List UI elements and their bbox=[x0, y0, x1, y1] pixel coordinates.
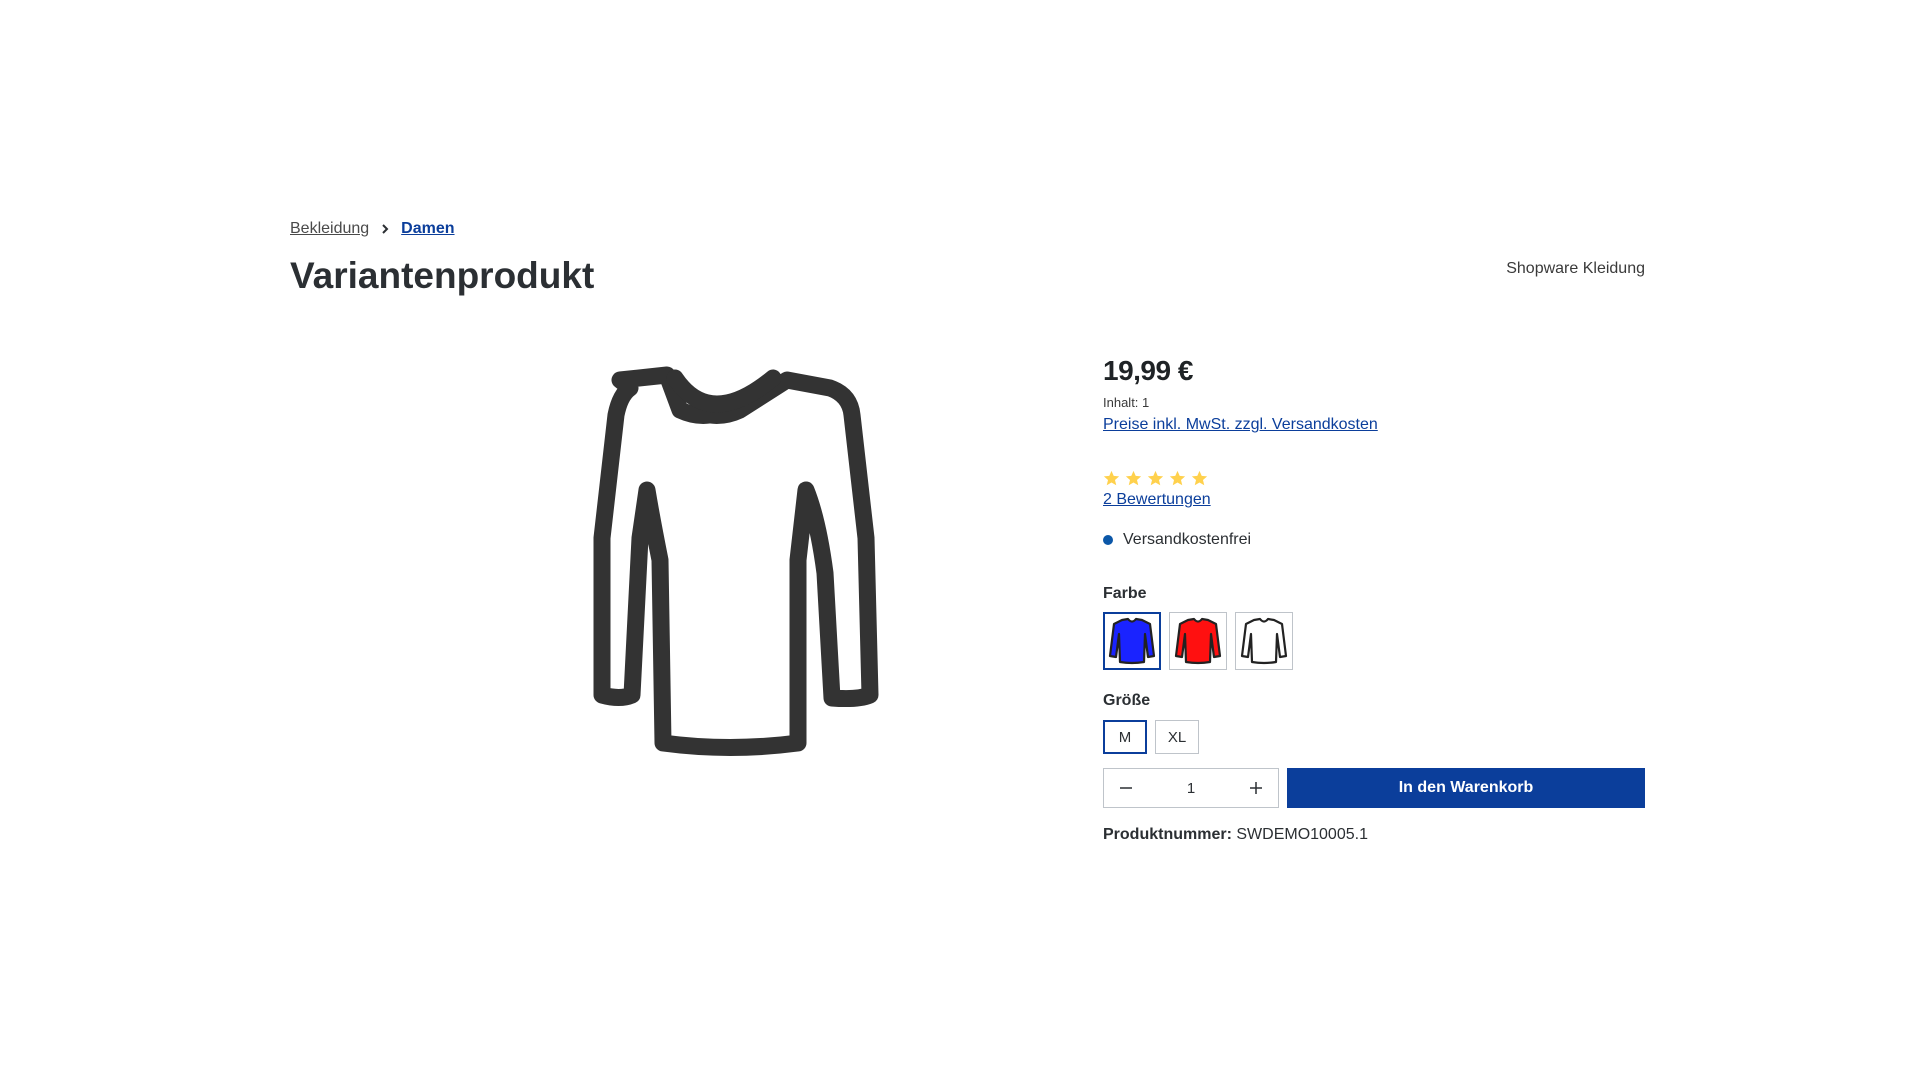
product-number-label: Produktnummer: bbox=[1103, 826, 1232, 843]
product-price: 19,99 € bbox=[1103, 355, 1193, 386]
color-option-label: Farbe bbox=[1103, 585, 1147, 602]
star-icon bbox=[1147, 470, 1164, 486]
buy-row: 1 In den Warenkorb bbox=[1103, 768, 1645, 808]
color-swatch-rot[interactable] bbox=[1169, 612, 1227, 670]
product-number: Produktnummer: SWDEMO10005.1 bbox=[1103, 826, 1645, 844]
add-to-cart-button[interactable]: In den Warenkorb bbox=[1287, 768, 1645, 808]
rating-stars bbox=[1103, 470, 1645, 487]
minus-icon[interactable] bbox=[1116, 778, 1136, 798]
page-title: Variantenprodukt bbox=[290, 255, 595, 296]
breadcrumb: Bekleidung Damen bbox=[290, 220, 455, 238]
star-icon bbox=[1103, 470, 1120, 486]
sweater-white-icon bbox=[1240, 617, 1288, 665]
color-swatch-blau[interactable] bbox=[1103, 612, 1161, 670]
size-option-xl[interactable]: XL bbox=[1155, 720, 1199, 754]
plus-icon[interactable] bbox=[1246, 778, 1266, 798]
breadcrumb-item-bekleidung[interactable]: Bekleidung bbox=[290, 220, 369, 238]
color-swatches bbox=[1103, 612, 1645, 670]
breadcrumb-item-damen[interactable]: Damen bbox=[401, 220, 454, 238]
product-number-value: SWDEMO10005.1 bbox=[1236, 826, 1368, 843]
shipping-costs-link[interactable]: Preise inkl. MwSt. zzgl. Versandkosten bbox=[1103, 416, 1645, 434]
sweater-icon bbox=[593, 366, 879, 756]
delivery-text: Versandkostenfrei bbox=[1123, 531, 1252, 548]
size-options: M XL bbox=[1103, 720, 1645, 754]
quantity-value[interactable]: 1 bbox=[1187, 780, 1195, 797]
reviews-link[interactable]: 2 Bewertungen bbox=[1103, 491, 1645, 509]
content-info: Inhalt: 1 bbox=[1103, 395, 1150, 410]
delivery-status-dot bbox=[1103, 535, 1113, 545]
manufacturer-link[interactable]: Shopware Kleidung bbox=[1506, 260, 1645, 278]
sweater-red-icon bbox=[1174, 617, 1222, 665]
star-icon bbox=[1125, 470, 1142, 486]
chevron-right-icon bbox=[381, 223, 389, 235]
sweater-blue-icon bbox=[1108, 617, 1156, 665]
product-image[interactable] bbox=[480, 360, 880, 780]
quantity-stepper[interactable]: 1 bbox=[1103, 768, 1279, 808]
size-option-label: Größe bbox=[1103, 692, 1151, 709]
star-icon bbox=[1191, 470, 1208, 486]
star-icon bbox=[1169, 470, 1186, 486]
buy-box: 19,99 € Inhalt: 1 Preise inkl. MwSt. zzg… bbox=[1103, 355, 1645, 844]
delivery-info: Versandkostenfrei bbox=[1103, 531, 1645, 549]
size-option-m[interactable]: M bbox=[1103, 720, 1147, 754]
color-swatch-weiss[interactable] bbox=[1235, 612, 1293, 670]
